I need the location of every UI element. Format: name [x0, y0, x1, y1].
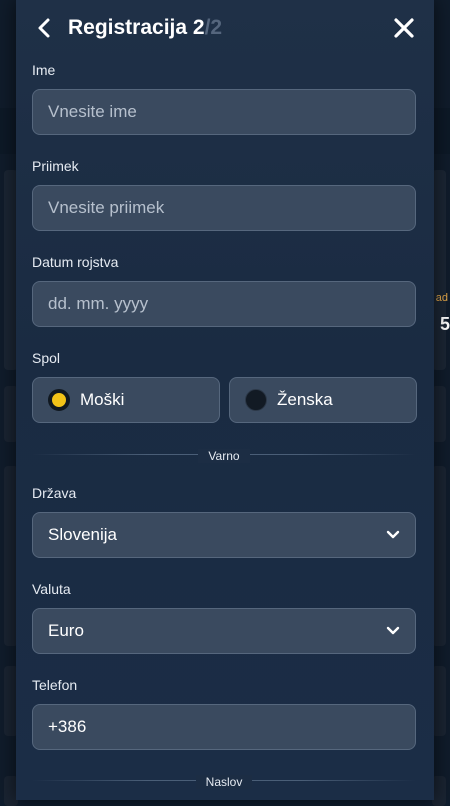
- phone-input[interactable]: [32, 704, 416, 750]
- country-value: Slovenija: [48, 525, 117, 544]
- birth-date-input[interactable]: [32, 281, 416, 327]
- background-block: [432, 776, 446, 806]
- background-block: [432, 466, 446, 646]
- modal-title: Registracija 2/2: [68, 16, 222, 40]
- radio-unselected-icon: [245, 389, 267, 411]
- currency-label: Valuta: [32, 581, 71, 597]
- section-divider-address: Naslov: [32, 773, 416, 789]
- section-title: Naslov: [195, 775, 253, 789]
- gender-option-female[interactable]: Ženska: [229, 377, 417, 423]
- registration-modal: Registracija 2/2 Ime Priimek Datum rojst…: [16, 0, 434, 800]
- country-label: Država: [32, 485, 77, 501]
- gender-label: Spol: [32, 350, 61, 366]
- chevron-down-icon: [386, 530, 400, 539]
- chevron-left-icon: [38, 18, 50, 38]
- close-button[interactable]: [392, 16, 416, 40]
- background-block: [432, 386, 446, 442]
- modal-title-text: Registracija 2: [68, 16, 205, 39]
- back-button[interactable]: [36, 17, 52, 39]
- section-divider-secure: Varno: [32, 447, 416, 463]
- gender-option-label: Moški: [80, 390, 125, 409]
- currency-value: Euro: [48, 621, 84, 640]
- background-block: [432, 666, 446, 736]
- currency-select[interactable]: Euro: [32, 608, 416, 654]
- background-card-right: [432, 170, 446, 370]
- last-name-input[interactable]: [32, 185, 416, 231]
- gender-option-label: Ženska: [277, 390, 333, 409]
- first-name-label: Ime: [32, 62, 56, 78]
- gender-option-male[interactable]: Moški: [32, 377, 220, 423]
- phone-label: Telefon: [32, 677, 78, 693]
- last-name-label: Priimek: [32, 158, 79, 174]
- close-icon: [394, 18, 414, 38]
- modal-title-step-total: /2: [204, 16, 223, 39]
- background-card-text: ad: [435, 292, 448, 304]
- background-card-number: 5: [439, 314, 450, 334]
- radio-selected-icon: [48, 389, 70, 411]
- first-name-input[interactable]: [32, 89, 416, 135]
- section-title: Varno: [198, 449, 250, 463]
- birth-date-label: Datum rojstva: [32, 254, 119, 270]
- modal-header: Registracija 2/2: [16, 0, 434, 58]
- country-select[interactable]: Slovenija: [32, 512, 416, 558]
- chevron-down-icon: [386, 626, 400, 635]
